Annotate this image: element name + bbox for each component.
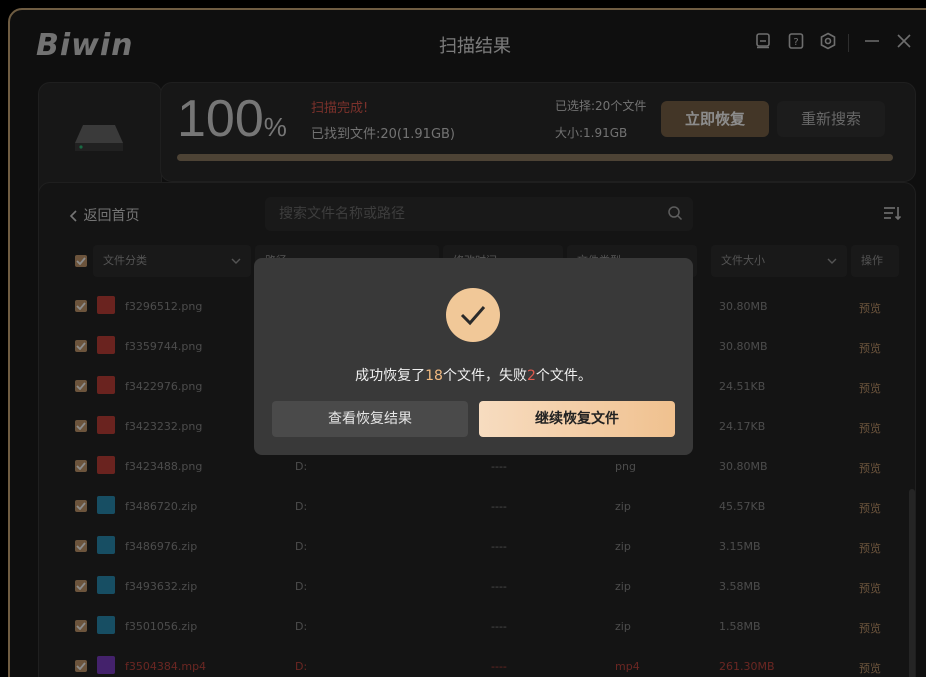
recovery-message: 成功恢复了18个文件，失败2个文件。	[355, 368, 592, 384]
recovery-result-dialog: 成功恢复了18个文件，失败2个文件。 查看恢复结果 继续恢复文件	[254, 258, 693, 455]
success-count: 18	[425, 368, 443, 384]
fail-count: 2	[526, 368, 536, 384]
check-icon	[446, 288, 500, 342]
view-results-button[interactable]: 查看恢复结果	[272, 401, 468, 437]
continue-recovery-button[interactable]: 继续恢复文件	[479, 401, 675, 437]
